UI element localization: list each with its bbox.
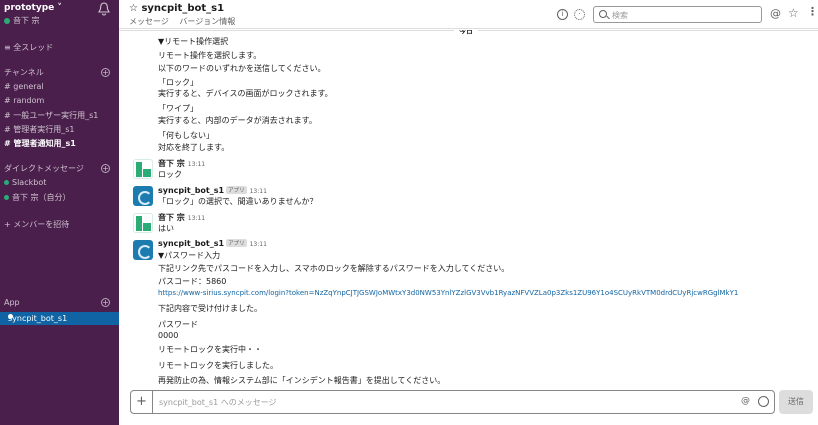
message-header: 音下 宗 13:11 <box>158 158 205 169</box>
message-header: syncpit_bot_s1 アプリ 13:11 <box>158 186 267 195</box>
sidebar-item-app-active[interactable]: syncpit_bot_s1 <box>0 312 119 325</box>
sidebar-item-channel[interactable]: # 管理者通知用_s1 <box>4 138 76 149</box>
sender-name[interactable]: 音下 宗 <box>158 159 185 168</box>
info-icon[interactable]: i <box>557 9 568 20</box>
message-line: 「何もしない」 <box>158 131 214 140</box>
presence-dot <box>4 195 9 200</box>
avatar[interactable] <box>133 240 153 260</box>
add-dm-icon[interactable]: + <box>101 164 110 173</box>
sender-name[interactable]: syncpit_bot_s1 <box>158 239 224 248</box>
sidebar-item-threads[interactable]: ≡ 全スレッド <box>4 42 53 53</box>
message-text: 「ロック」の選択で、間違いありませんか？ <box>158 197 318 206</box>
avatar[interactable] <box>133 159 153 179</box>
sidebar-item-channel[interactable]: # random <box>4 96 44 105</box>
search-icon <box>599 10 607 18</box>
sender-name[interactable]: 音下 宗 <box>158 213 185 222</box>
channel-header: ☆ syncpit_bot_s1 メッセージ バージョン情報 i · 検索 @ … <box>119 0 818 29</box>
message-line: 下記内容で受け付けました。 <box>158 304 262 313</box>
star-icon[interactable]: ☆ <box>788 6 799 20</box>
message-line: 再発防止の為、情報システム部に「インシデント報告書」を提出してください。 <box>158 376 446 385</box>
timestamp[interactable]: 13:11 <box>188 161 205 168</box>
send-button[interactable]: 送信 <box>779 390 813 414</box>
message-line: リモートロックを実行中・・ <box>158 345 262 354</box>
message-header: 音下 宗 13:11 <box>158 212 205 223</box>
message-input[interactable]: syncpit_bot_s1 へのメッセージ <box>159 397 277 408</box>
message-line: リモートロックを実行しました。 <box>158 361 278 370</box>
tab-messages[interactable]: メッセージ <box>129 17 169 26</box>
app-heading[interactable]: App <box>4 298 20 307</box>
message-line: ▼リモート操作選択 <box>158 37 229 46</box>
emoji-icon[interactable] <box>758 396 769 407</box>
message-line: 「ワイプ」 <box>158 104 198 113</box>
bell-icon[interactable] <box>98 2 110 16</box>
message-line: 「ロック」 <box>158 78 198 87</box>
sidebar-item-channel[interactable]: # 一般ユーザー実行用_s1 <box>4 110 98 121</box>
message-line: 下記リンク先でパスコードを入力し、スマホのロックを解除するパスワードを入力してく… <box>158 264 510 273</box>
message-line: 実行すると、デバイスの画面がロックされます。 <box>158 89 333 98</box>
message-line: 実行すると、内部のデータが消去されます。 <box>158 116 317 125</box>
message-line: パスコード：5860 <box>158 277 227 286</box>
star-icon[interactable]: ☆ <box>129 3 138 14</box>
workspace-name[interactable]: prototype ˅ <box>4 3 62 13</box>
add-channel-icon[interactable]: + <box>101 68 110 77</box>
presence-dot <box>4 180 9 185</box>
channels-heading[interactable]: チャンネル <box>4 67 44 78</box>
message-composer[interactable]: + syncpit_bot_s1 へのメッセージ @ <box>130 390 775 414</box>
mention-icon[interactable]: @ <box>741 396 750 406</box>
sidebar-item-dm[interactable]: 音下 宗（自分） <box>4 192 71 203</box>
channel-title[interactable]: ☆ syncpit_bot_s1 <box>129 3 224 14</box>
sidebar-item-channel[interactable]: # 管理者実行用_s1 <box>4 124 75 135</box>
message-text: はい <box>158 224 174 233</box>
more-icon[interactable]: ⋮ <box>807 5 818 18</box>
tab-version-info[interactable]: バージョン情報 <box>179 17 235 26</box>
avatar[interactable] <box>133 186 153 206</box>
gear-icon[interactable]: · <box>574 9 585 20</box>
attach-plus-icon[interactable]: + <box>131 391 153 413</box>
sidebar-item-channel[interactable]: # general <box>4 82 44 91</box>
message-list[interactable]: 今日 ▼リモート操作選択 リモート操作を選択します。 以下のワードのいずれかを送… <box>119 30 818 385</box>
message-line: 対応を終了します。 <box>158 143 230 152</box>
app-badge: アプリ <box>226 186 247 194</box>
message-line: パスワード <box>158 320 198 329</box>
channel-tabs: メッセージ バージョン情報 <box>129 16 243 27</box>
message-line: ▼パスワード入力 <box>158 251 221 260</box>
date-divider: 今日 <box>454 30 478 36</box>
message-header: syncpit_bot_s1 アプリ 13:11 <box>158 239 267 248</box>
sender-name[interactable]: syncpit_bot_s1 <box>158 186 224 195</box>
message-line: 0000 <box>158 331 179 340</box>
search-input[interactable]: 検索 <box>593 6 762 23</box>
add-app-icon[interactable]: + <box>101 298 110 307</box>
timestamp[interactable]: 13:11 <box>250 241 267 248</box>
message-text: ロック <box>158 170 182 179</box>
app-badge: アプリ <box>226 239 247 247</box>
presence-dot <box>4 17 10 24</box>
current-user: 音下 宗 <box>4 15 40 26</box>
timestamp[interactable]: 13:11 <box>188 215 205 222</box>
sidebar-item-dm[interactable]: Slackbot <box>4 178 46 187</box>
login-link[interactable]: https://www-sirius.syncpit.com/login?tok… <box>158 289 738 297</box>
message-line: リモート操作を選択します。 <box>158 51 262 60</box>
timestamp[interactable]: 13:11 <box>250 188 267 195</box>
message-line: 以下のワードのいずれかを送信してください。 <box>158 64 326 73</box>
dm-heading[interactable]: ダイレクトメッセージ <box>4 163 84 174</box>
sidebar: prototype ˅ 音下 宗 ≡ 全スレッド チャンネル + # gener… <box>0 0 119 425</box>
avatar[interactable] <box>133 213 153 233</box>
mentions-icon[interactable]: @ <box>770 7 781 20</box>
invite-members-link[interactable]: + メンバーを招待 <box>4 219 69 230</box>
